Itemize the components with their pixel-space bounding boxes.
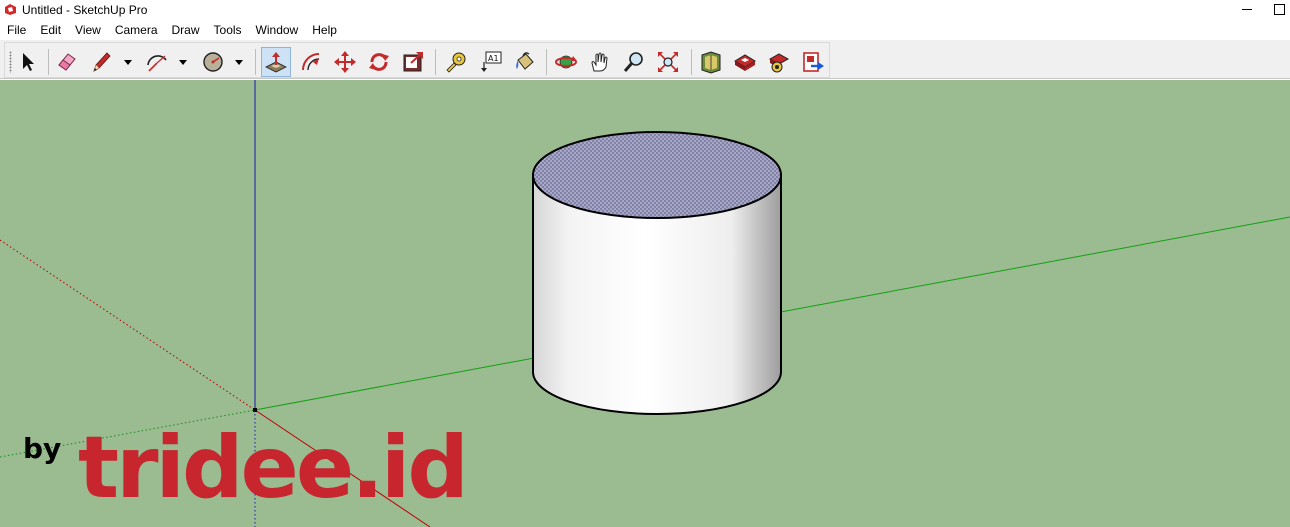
magnifier-icon — [623, 52, 643, 72]
cylinder-top-face[interactable] — [532, 131, 782, 219]
shapes-tool-button[interactable] — [198, 47, 228, 77]
watermark-by-text: by — [23, 432, 62, 465]
paint-bucket-icon — [516, 52, 534, 70]
menu-view[interactable]: View — [68, 20, 108, 40]
scale-tool-button[interactable] — [398, 47, 428, 77]
select-tool-button[interactable] — [12, 47, 42, 77]
maximize-button[interactable] — [1262, 0, 1290, 20]
red-axis-dotted — [0, 239, 256, 411]
move-arrows-icon — [334, 51, 356, 73]
warehouse-icon — [701, 51, 721, 74]
menu-draw[interactable]: Draw — [165, 20, 207, 40]
minimize-button[interactable] — [1232, 0, 1262, 20]
hand-icon — [591, 52, 608, 72]
axis-origin — [253, 408, 257, 412]
toolbar: A1 — [0, 40, 1290, 79]
svg-text:A1: A1 — [488, 54, 499, 63]
tape-measure-icon — [446, 52, 466, 73]
menu-camera[interactable]: Camera — [108, 20, 165, 40]
paint-bucket-tool-button[interactable] — [510, 47, 540, 77]
offset-tool-button[interactable] — [296, 47, 326, 77]
zoom-extents-tool-button[interactable] — [653, 47, 683, 77]
toolbar-separator — [546, 49, 547, 75]
arc-tool-button[interactable] — [142, 47, 172, 77]
arc-icon — [147, 55, 167, 72]
window-title: Untitled - SketchUp Pro — [22, 3, 148, 17]
menu-bar: File Edit View Camera Draw Tools Window … — [0, 20, 1290, 40]
menu-edit[interactable]: Edit — [33, 20, 68, 40]
toolbar-separator — [435, 49, 436, 75]
move-tool-button[interactable] — [330, 47, 360, 77]
menu-tools[interactable]: Tools — [207, 20, 249, 40]
extension-warehouse-tool-button[interactable] — [730, 47, 760, 77]
send-to-layout-icon — [803, 52, 824, 72]
eraser-icon — [58, 53, 76, 71]
rotate-tool-button[interactable] — [364, 47, 394, 77]
send-to-layout-tool-button[interactable] — [798, 47, 828, 77]
text-label-icon: A1 — [481, 51, 502, 72]
line-tool-dropdown[interactable] — [122, 47, 134, 77]
sketchup-share-tool-button[interactable] — [764, 47, 794, 77]
title-bar: Untitled - SketchUp Pro — [0, 0, 1290, 20]
extension-warehouse-icon — [734, 54, 756, 71]
push-pull-icon — [265, 52, 287, 73]
arrow-cursor-icon — [23, 53, 34, 71]
3d-warehouse-tool-button[interactable] — [696, 47, 726, 77]
getting-started-toolbar: A1 — [4, 42, 830, 78]
toolbar-separator — [691, 49, 692, 75]
rotate-icon — [369, 53, 389, 71]
sketchup-logo-icon — [5, 4, 16, 15]
cylinder-model[interactable] — [532, 131, 782, 415]
shapes-tool-dropdown[interactable] — [233, 47, 245, 77]
share-model-icon — [768, 53, 790, 73]
toolbar-separator — [48, 49, 49, 75]
scale-icon — [403, 52, 423, 72]
arc-tool-dropdown[interactable] — [177, 47, 189, 77]
eraser-tool-button[interactable] — [52, 47, 82, 77]
orbit-icon — [555, 55, 577, 69]
watermark-brand-logo: tridee.id — [78, 418, 469, 518]
toolbar-separator — [255, 49, 256, 75]
pan-tool-button[interactable] — [585, 47, 615, 77]
circle-icon — [203, 52, 223, 72]
menu-window[interactable]: Window — [249, 20, 306, 40]
text-tool-button[interactable]: A1 — [475, 47, 505, 77]
zoom-tool-button[interactable] — [619, 47, 649, 77]
pencil-icon — [93, 52, 111, 72]
line-tool-button[interactable] — [87, 47, 117, 77]
orbit-tool-button[interactable] — [551, 47, 581, 77]
menu-file[interactable]: File — [0, 20, 33, 40]
menu-help[interactable]: Help — [305, 20, 344, 40]
offset-icon — [302, 53, 320, 71]
push-pull-tool-button[interactable] — [261, 47, 291, 77]
zoom-extents-icon — [658, 52, 678, 72]
tape-measure-tool-button[interactable] — [441, 47, 471, 77]
